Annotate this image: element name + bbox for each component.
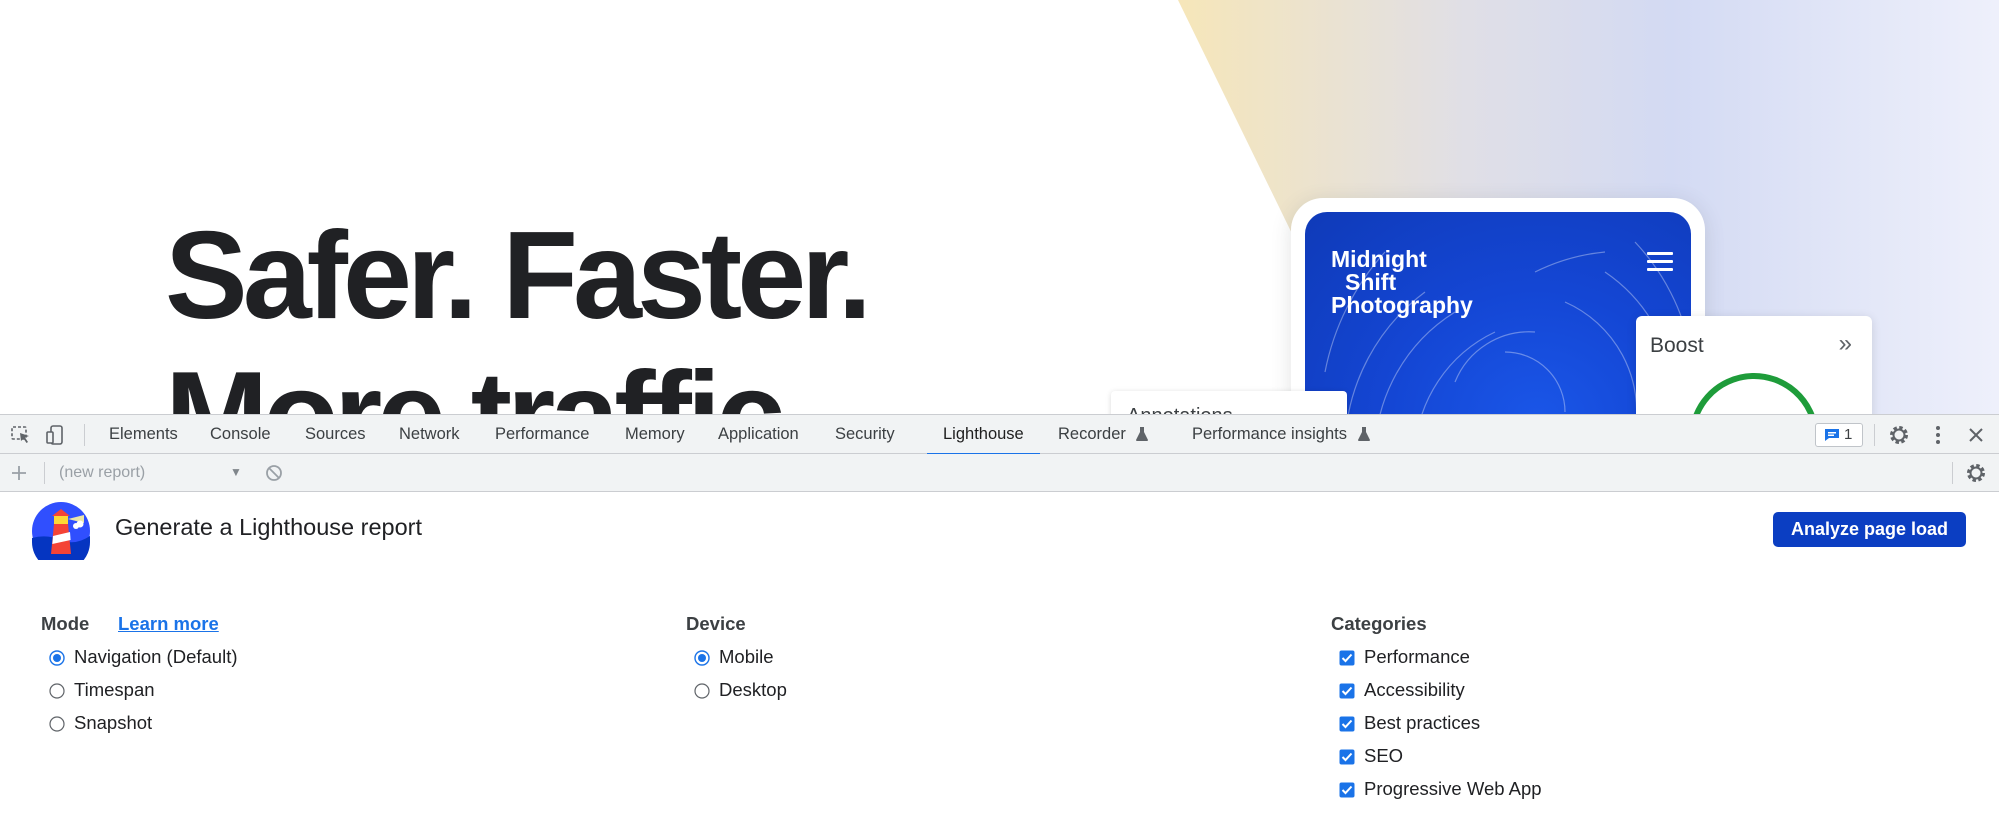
message-icon [1825, 429, 1839, 441]
experiment-flask-icon [1357, 427, 1370, 441]
lighthouse-header: Generate a Lighthouse report Analyze pag… [0, 492, 1999, 572]
checkbox-checked[interactable] [1339, 749, 1355, 765]
hero-headline-line-2: More traffic [165, 345, 785, 414]
tab-recorder[interactable]: Recorder [1058, 415, 1149, 454]
tab-application[interactable]: Application [718, 415, 799, 454]
mode-section: Mode Learn more Navigation (Default) Tim… [41, 610, 641, 770]
devtools-panel: Elements Console Sources Network Perform… [0, 414, 1999, 826]
device-section: Device Mobile Desktop [686, 610, 1286, 730]
tab-performance-insights[interactable]: Performance insights [1192, 415, 1370, 454]
page-viewport: Safer. Faster. More traffic Midn [0, 0, 1999, 414]
more-options-kebab-icon[interactable] [1927, 424, 1949, 446]
lighthouse-title: Generate a Lighthouse report [115, 514, 423, 540]
dropdown-arrow-icon: ▼ [230, 465, 242, 479]
inspect-element-icon[interactable] [10, 424, 32, 446]
checkbox-checked[interactable] [1339, 650, 1355, 666]
checkbox-checked[interactable] [1339, 716, 1355, 732]
phone-site-title: Midnight Shift Photography [1331, 246, 1473, 318]
report-select[interactable]: (new report) ▼ [59, 454, 249, 491]
phone-screen: Midnight Shift Photography [1305, 212, 1691, 414]
device-toolbar-icon[interactable] [44, 424, 66, 446]
hamburger-menu-icon [1647, 252, 1673, 272]
lighthouse-settings-gear-icon[interactable] [1965, 462, 1987, 484]
hero-headline-line-1: Safer. Faster. [165, 207, 872, 345]
annotation-card: Annotations [1111, 391, 1347, 414]
tab-console[interactable]: Console [210, 415, 271, 454]
boost-card: Boost » [1636, 316, 1872, 414]
analyze-page-load-button[interactable]: Analyze page load [1773, 512, 1966, 547]
categories-section: Categories Performance Accessibility Bes… [1331, 610, 1931, 810]
tab-security[interactable]: Security [835, 415, 895, 454]
learn-more-link[interactable]: Learn more [118, 610, 219, 638]
lighthouse-logo-icon [32, 502, 90, 560]
add-report-plus-icon[interactable] [8, 462, 30, 484]
tab-sources[interactable]: Sources [305, 415, 366, 454]
devtools-tab-bar: Elements Console Sources Network Perform… [0, 414, 1999, 455]
close-icon[interactable] [1965, 424, 1987, 446]
clear-all-block-icon[interactable] [263, 462, 285, 484]
tab-network[interactable]: Network [399, 415, 460, 454]
tab-lighthouse[interactable]: Lighthouse [927, 415, 1040, 455]
checkbox-checked[interactable] [1339, 683, 1355, 699]
device-heading: Device [686, 613, 746, 634]
tab-performance[interactable]: Performance [495, 415, 589, 454]
tab-elements[interactable]: Elements [109, 415, 178, 454]
double-chevron-right-icon: » [1838, 330, 1852, 357]
radio-unchecked[interactable] [694, 683, 710, 699]
radio-checked[interactable] [49, 650, 65, 666]
radio-unchecked[interactable] [49, 683, 65, 699]
checkbox-checked[interactable] [1339, 782, 1355, 798]
boost-score-ring [1689, 373, 1819, 414]
categories-heading: Categories [1331, 613, 1427, 634]
radio-unchecked[interactable] [49, 716, 65, 732]
boost-card-title: Boost [1650, 334, 1704, 357]
tab-memory[interactable]: Memory [625, 415, 685, 454]
radio-checked[interactable] [694, 650, 710, 666]
issues-badge[interactable]: 1 [1815, 423, 1863, 447]
settings-gear-icon[interactable] [1888, 424, 1910, 446]
lighthouse-toolbar: (new report) ▼ [0, 454, 1999, 492]
experiment-flask-icon [1136, 427, 1149, 441]
